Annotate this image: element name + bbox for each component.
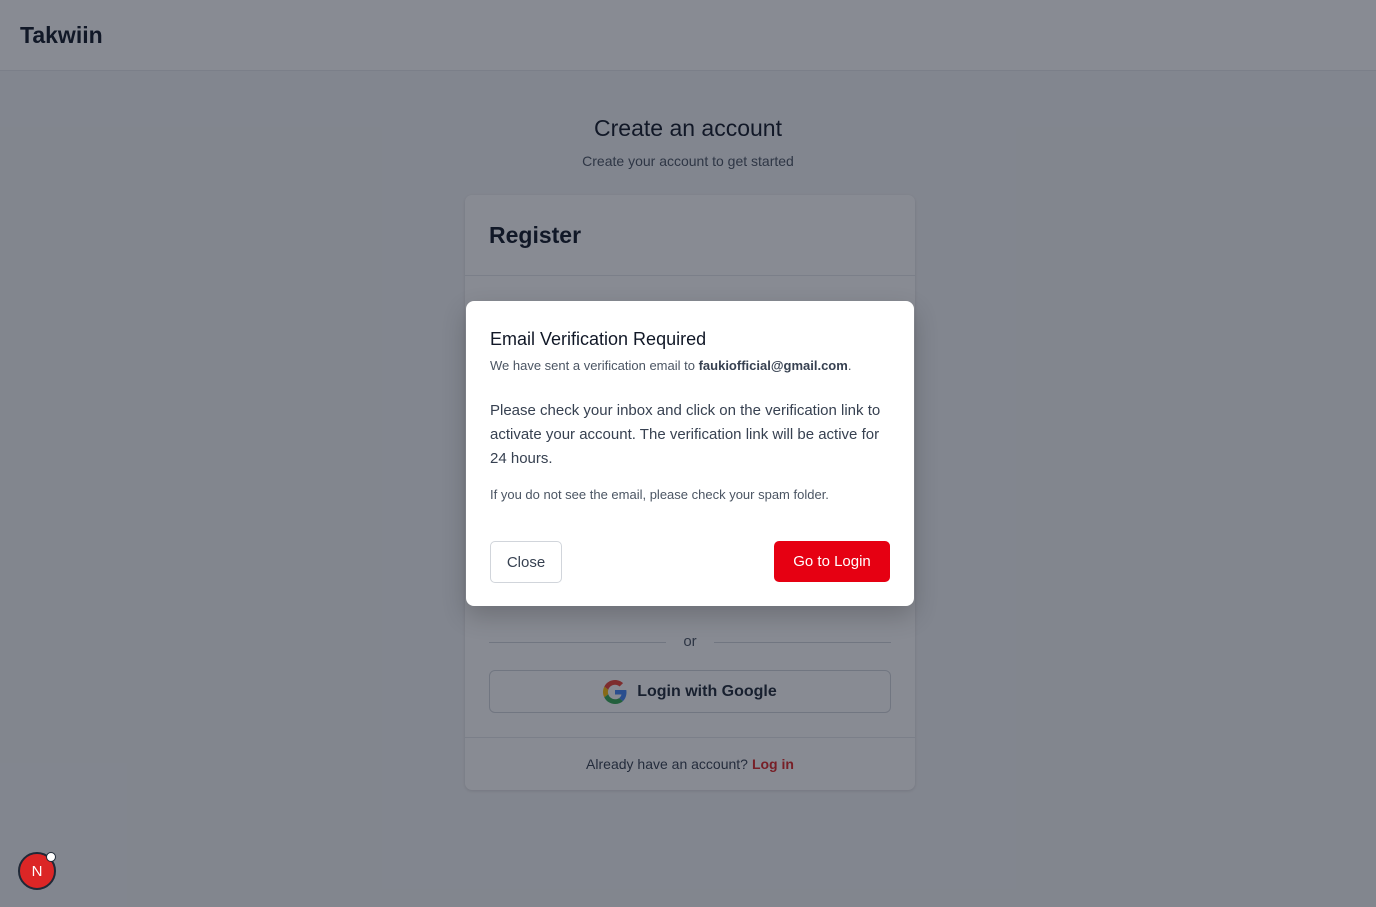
sent-prefix: We have sent a verification email to: [490, 358, 699, 373]
notification-dot: [46, 852, 56, 862]
spam-note: If you do not see the email, please chec…: [490, 487, 829, 502]
close-button[interactable]: Close: [490, 541, 562, 583]
sent-suffix: .: [847, 358, 852, 373]
dev-tools-badge[interactable]: N: [18, 852, 56, 890]
modal-body: Please check your inbox and click on the…: [490, 402, 881, 467]
go-to-login-button[interactable]: Go to Login: [774, 541, 890, 582]
user-email: faukiofficial@gmail.com: [698, 358, 848, 373]
verification-sent-text: We have sent a verification email to fau…: [490, 358, 890, 373]
modal-title: Email Verification Required: [490, 329, 707, 349]
email-verification-modal: Email Verification Required We have sent…: [466, 301, 914, 606]
dev-badge-letter: N: [31, 862, 43, 880]
